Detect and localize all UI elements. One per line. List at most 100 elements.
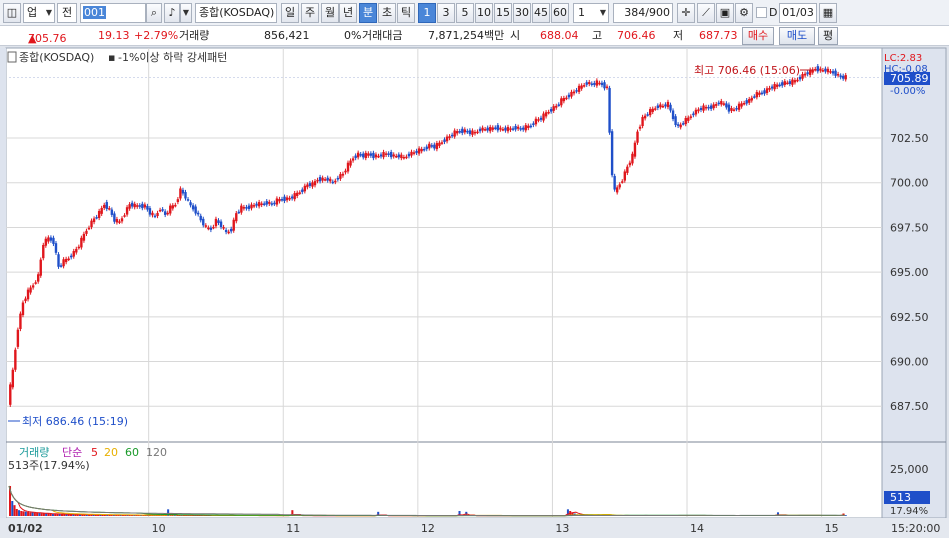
candle-body bbox=[379, 154, 383, 157]
candle-body bbox=[692, 113, 695, 116]
candle-body bbox=[527, 125, 530, 129]
candle-body bbox=[80, 237, 83, 248]
date-tick-label: 12 bbox=[421, 522, 435, 535]
candle-body bbox=[737, 103, 741, 110]
candle-body bbox=[740, 103, 743, 107]
sell-button[interactable]: 매도 bbox=[779, 27, 815, 45]
candle-body bbox=[514, 126, 517, 130]
period-label[interactable]: 전 bbox=[57, 3, 77, 23]
gear-icon[interactable]: ⚙ bbox=[735, 3, 753, 23]
chart-type-select[interactable]: 업 ▼ bbox=[23, 3, 55, 23]
candle-body bbox=[468, 130, 472, 135]
period-minute-button[interactable]: 분 bbox=[359, 3, 377, 23]
volume-ma-legend[interactable]: 단순 bbox=[62, 446, 82, 459]
candle-body bbox=[133, 203, 136, 208]
candle-body bbox=[92, 218, 96, 223]
interval-select[interactable]: 1 ▼ bbox=[573, 3, 609, 23]
eval-button[interactable]: 평 bbox=[818, 27, 838, 45]
candle-body bbox=[765, 88, 769, 93]
candle-body bbox=[62, 259, 65, 267]
period-second-button[interactable]: 초 bbox=[378, 3, 396, 23]
candle-body bbox=[504, 127, 507, 131]
candle-body bbox=[52, 237, 55, 244]
candle-body bbox=[732, 109, 736, 111]
chevron-down-icon[interactable]: ▼ bbox=[180, 3, 192, 23]
chart-area[interactable]: 702.50 700.00 697.50 695.00 692.50 690.00 687.… bbox=[0, 46, 949, 538]
candle-body bbox=[654, 108, 657, 110]
candle-body bbox=[448, 136, 451, 139]
interval-15-button[interactable]: 15 bbox=[494, 3, 512, 23]
date-tick-label: 01/02 bbox=[8, 522, 43, 535]
candle-body bbox=[717, 102, 720, 105]
candle-body bbox=[775, 84, 779, 87]
code-value: 001 bbox=[83, 6, 106, 19]
volume-legend[interactable]: 거래량 bbox=[19, 446, 49, 459]
candle-body bbox=[341, 173, 345, 176]
candle-body bbox=[405, 156, 408, 159]
volume-bar bbox=[18, 510, 21, 516]
period-year-button[interactable]: 년 bbox=[339, 3, 357, 23]
candle-body bbox=[31, 285, 35, 288]
candle-body bbox=[486, 127, 489, 131]
candle-body bbox=[839, 75, 842, 78]
candle-body bbox=[308, 183, 312, 186]
candle-body bbox=[626, 166, 629, 173]
price-tick-label: 690.00 bbox=[890, 356, 929, 369]
candle-body bbox=[509, 128, 512, 130]
panel-toggle-icon[interactable]: ◫ bbox=[3, 3, 21, 23]
interval-30-button[interactable]: 30 bbox=[513, 3, 531, 23]
calendar-icon[interactable]: ▦ bbox=[819, 3, 837, 23]
interval-5-button[interactable]: 5 bbox=[456, 3, 474, 23]
candle-body bbox=[755, 92, 759, 98]
candle-body bbox=[481, 127, 484, 131]
candle-body bbox=[489, 126, 492, 132]
interval-10-button[interactable]: 10 bbox=[475, 3, 493, 23]
candle-body bbox=[415, 150, 418, 153]
candle-body bbox=[445, 136, 449, 142]
change-value: 19.13 bbox=[98, 29, 130, 42]
period-tick-button[interactable]: 틱 bbox=[397, 3, 415, 23]
candle-body bbox=[26, 289, 30, 300]
speaker-icon[interactable]: ♪ bbox=[164, 3, 180, 23]
hts-chart-window: ◫ 업 ▼ 전 001 ⌕ ♪ ▼ 종합(KOSDAQ) 일 주 월 년 분 초 … bbox=[0, 0, 949, 538]
volume-bar bbox=[844, 515, 847, 516]
candle-body bbox=[194, 206, 197, 214]
code-input[interactable]: 001 bbox=[80, 3, 146, 23]
interval-45-button[interactable]: 45 bbox=[532, 3, 550, 23]
candle-body bbox=[712, 104, 715, 109]
price-tick-label: 695.00 bbox=[890, 266, 929, 279]
candle-body bbox=[110, 209, 114, 215]
candle-body bbox=[252, 205, 256, 207]
buy-button[interactable]: 매수 bbox=[742, 27, 774, 45]
interval-60-button[interactable]: 60 bbox=[551, 3, 569, 23]
interval-3-button[interactable]: 3 bbox=[437, 3, 455, 23]
volume-bar bbox=[171, 515, 174, 516]
low-annotation: 최저 686.46 (15:19) bbox=[22, 415, 128, 428]
candle-body bbox=[191, 205, 195, 210]
date-input[interactable]: 01/03 bbox=[779, 3, 817, 23]
interval-1-button[interactable]: 1 bbox=[418, 3, 436, 23]
price-volume-chart[interactable]: 702.50 700.00 697.50 695.00 692.50 690.00 687.… bbox=[0, 46, 949, 538]
count-field[interactable]: 384/900 bbox=[613, 3, 673, 23]
crosshair-icon[interactable]: ✛ bbox=[677, 3, 695, 23]
chevron-down-icon: ▼ bbox=[599, 8, 606, 17]
candle-body bbox=[440, 142, 444, 144]
candle-body bbox=[402, 156, 406, 159]
date-tick-label: 10 bbox=[152, 522, 166, 535]
candle-body bbox=[829, 71, 832, 73]
date-checkbox[interactable] bbox=[756, 7, 767, 18]
pattern-legend[interactable]: -1%이상 하락 강세패턴 bbox=[118, 50, 227, 64]
trend-tool-icon[interactable]: ⟋ bbox=[697, 3, 715, 23]
index-name-field[interactable]: 종합(KOSDAQ) bbox=[195, 3, 277, 23]
candle-body bbox=[443, 139, 446, 142]
period-month-button[interactable]: 월 bbox=[321, 3, 339, 23]
up-arrow-icon: ▲ bbox=[28, 32, 37, 45]
period-day-button[interactable]: 일 bbox=[281, 3, 299, 23]
main-legend[interactable]: 종합(KOSDAQ) bbox=[19, 51, 94, 64]
candle-body bbox=[570, 91, 573, 97]
candle-body bbox=[689, 116, 693, 118]
save-icon[interactable]: ▣ bbox=[716, 3, 734, 23]
candle-body bbox=[67, 258, 70, 261]
search-icon[interactable]: ⌕ bbox=[146, 3, 162, 23]
period-week-button[interactable]: 주 bbox=[301, 3, 319, 23]
